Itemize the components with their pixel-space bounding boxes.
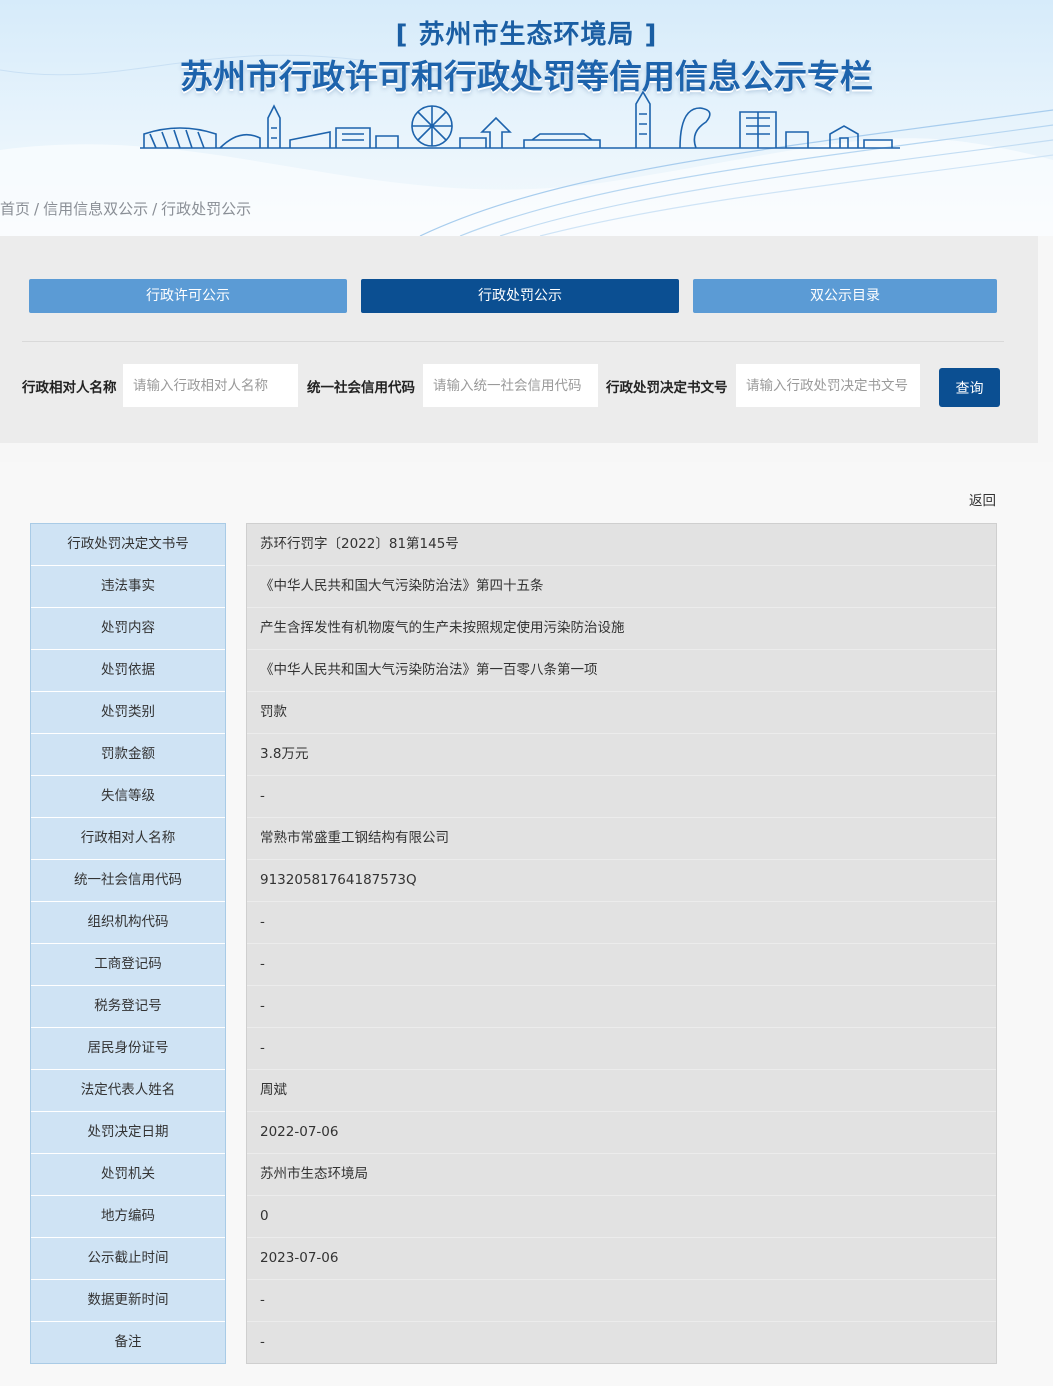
detail-value: 产生含挥发性有机物废气的生产未按照规定使用污染防治设施: [247, 608, 996, 650]
back-link[interactable]: 返回: [969, 489, 996, 509]
detail-label: 处罚决定日期: [31, 1112, 225, 1154]
detail-label: 处罚内容: [31, 608, 225, 650]
detail-label: 备注: [31, 1322, 225, 1364]
detail-value: 《中华人民共和国大气污染防治法》第四十五条: [247, 566, 996, 608]
breadcrumb-separator: /: [34, 200, 40, 218]
detail-section: 返回 行政处罚决定文书号 违法事实 处罚内容 处罚依据 处罚类别 罚款金额 失信…: [0, 462, 1053, 1386]
detail-label: 处罚机关: [31, 1154, 225, 1196]
agency-subtitle: [ 苏州市生态环境局 ]: [395, 20, 658, 50]
detail-value: 周斌: [247, 1070, 996, 1112]
query-button[interactable]: 查询: [939, 368, 1000, 407]
detail-value-column: 苏环行罚字〔2022〕81第145号 《中华人民共和国大气污染防治法》第四十五条…: [246, 523, 997, 1364]
detail-label: 组织机构代码: [31, 902, 225, 944]
detail-value: -: [247, 986, 996, 1028]
credit-code-input[interactable]: [423, 364, 598, 407]
detail-label-column: 行政处罚决定文书号 违法事实 处罚内容 处罚依据 处罚类别 罚款金额 失信等级 …: [30, 523, 226, 1364]
detail-label: 行政相对人名称: [31, 818, 225, 860]
credit-code-field-label: 统一社会信用代码: [307, 380, 415, 396]
breadcrumb-separator: /: [152, 200, 158, 218]
breadcrumb-credit-link[interactable]: 信用信息双公示: [43, 200, 148, 218]
detail-value: 常熟市常盛重工钢结构有限公司: [247, 818, 996, 860]
detail-value: -: [247, 1028, 996, 1070]
detail-value: -: [247, 902, 996, 944]
detail-label: 公示截止时间: [31, 1238, 225, 1280]
detail-label: 统一社会信用代码: [31, 860, 225, 902]
breadcrumb-home-link[interactable]: 首页: [0, 200, 30, 218]
detail-value: 苏州市生态环境局: [247, 1154, 996, 1196]
detail-label: 行政处罚决定文书号: [31, 524, 225, 566]
breadcrumb-current: 行政处罚公示: [161, 200, 252, 218]
detail-label: 居民身份证号: [31, 1028, 225, 1070]
detail-label: 违法事实: [31, 566, 225, 608]
detail-value: -: [247, 776, 996, 818]
decision-number-field-label: 行政处罚决定书文号: [606, 380, 728, 396]
detail-value: 2023-07-06: [247, 1238, 996, 1280]
header-banner: [ 苏州市生态环境局 ] 苏州市行政许可和行政处罚等信用信息公示专栏 首页 / 信用…: [0, 0, 1053, 236]
detail-value: -: [247, 944, 996, 986]
detail-label: 法定代表人姓名: [31, 1070, 225, 1112]
tab-publicity-catalog[interactable]: 双公示目录: [693, 279, 997, 313]
detail-value: -: [247, 1322, 996, 1364]
detail-value: 91320581764187573Q: [247, 860, 996, 902]
detail-value: 2022-07-06: [247, 1112, 996, 1154]
breadcrumb: 首页 / 信用信息双公示 / 行政处罚公示: [0, 198, 251, 219]
detail-label: 地方编码: [31, 1196, 225, 1238]
city-skyline-illustration: [140, 90, 900, 149]
tab-license-publicity[interactable]: 行政许可公示: [29, 279, 347, 313]
tab-penalty-publicity[interactable]: 行政处罚公示: [361, 279, 679, 313]
search-panel: 行政许可公示 行政处罚公示 双公示目录 行政相对人名称 统一社会信用代码 行政处…: [0, 236, 1038, 443]
name-input[interactable]: [123, 364, 298, 407]
detail-value: 0: [247, 1196, 996, 1238]
detail-label: 失信等级: [31, 776, 225, 818]
decision-number-input[interactable]: [736, 364, 920, 407]
detail-value: 《中华人民共和国大气污染防治法》第一百零八条第一项: [247, 650, 996, 692]
detail-value: -: [247, 1280, 996, 1322]
detail-value: 3.8万元: [247, 734, 996, 776]
detail-label: 处罚依据: [31, 650, 225, 692]
detail-label: 处罚类别: [31, 692, 225, 734]
detail-label: 罚款金额: [31, 734, 225, 776]
detail-label: 工商登记码: [31, 944, 225, 986]
detail-value: 罚款: [247, 692, 996, 734]
panel-divider: [22, 341, 1004, 342]
name-field-label: 行政相对人名称: [22, 380, 117, 396]
detail-label: 数据更新时间: [31, 1280, 225, 1322]
detail-label: 税务登记号: [31, 986, 225, 1028]
detail-value: 苏环行罚字〔2022〕81第145号: [247, 524, 996, 566]
